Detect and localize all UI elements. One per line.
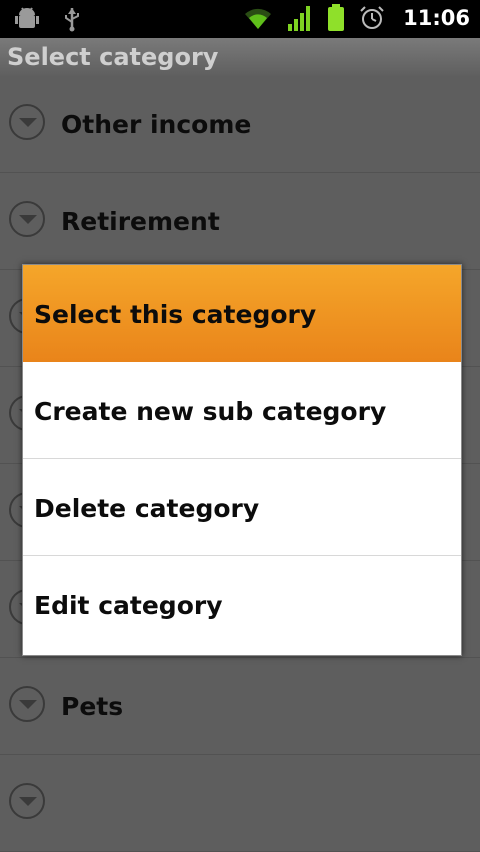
- clock: 11:06: [403, 6, 470, 30]
- page-title: Select category: [7, 43, 219, 71]
- select-this-category-item[interactable]: Select this category: [23, 265, 461, 362]
- menu-item-label: Select this category: [34, 300, 317, 329]
- list-item[interactable]: Other income: [0, 76, 480, 173]
- alarm-icon: [359, 5, 385, 31]
- list-item[interactable]: [0, 755, 480, 852]
- signal-icon: [287, 4, 313, 32]
- title-bar: Select category: [0, 38, 480, 77]
- edit-category-item[interactable]: Edit category: [23, 556, 461, 653]
- android-debug-icon: [14, 6, 40, 32]
- list-item[interactable]: Retirement: [0, 173, 480, 270]
- expand-arrow-icon[interactable]: [9, 783, 45, 819]
- expand-arrow-icon[interactable]: [9, 104, 45, 140]
- context-menu-dialog: Select this category Create new sub cate…: [22, 264, 462, 656]
- delete-category-item[interactable]: Delete category: [23, 459, 461, 556]
- menu-item-label: Edit category: [34, 591, 223, 620]
- wifi-icon: [243, 5, 273, 31]
- expand-arrow-icon[interactable]: [9, 686, 45, 722]
- menu-item-label: Create new sub category: [34, 397, 387, 426]
- list-item-label: Pets: [61, 692, 124, 721]
- status-bar: 11:06: [0, 0, 480, 38]
- expand-arrow-icon[interactable]: [9, 201, 45, 237]
- list-item[interactable]: Pets: [0, 658, 480, 755]
- battery-icon: [327, 4, 345, 32]
- usb-icon: [62, 6, 82, 32]
- create-sub-category-item[interactable]: Create new sub category: [23, 362, 461, 459]
- list-item-label: Other income: [61, 110, 252, 139]
- list-item-label: Retirement: [61, 207, 220, 236]
- menu-item-label: Delete category: [34, 494, 260, 523]
